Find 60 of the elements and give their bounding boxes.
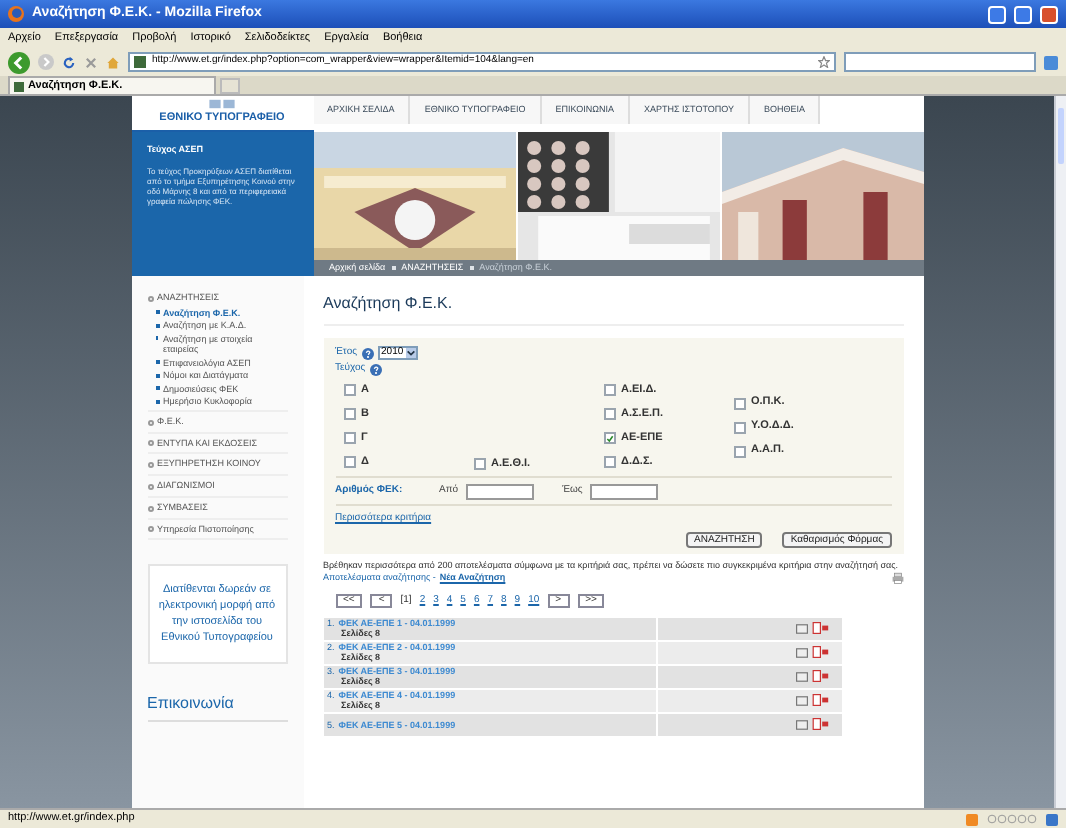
checkbox[interactable] — [343, 408, 355, 420]
bullet-icon — [147, 462, 153, 469]
print-icon[interactable] — [891, 572, 903, 585]
checkbox[interactable] — [343, 432, 355, 444]
breadcrumb-separator — [391, 266, 396, 270]
document-icon[interactable] — [795, 623, 807, 634]
checkbox[interactable] — [343, 456, 355, 468]
document-icon[interactable] — [795, 647, 807, 658]
pdf-icon[interactable] — [811, 718, 829, 731]
star-icon[interactable] — [818, 56, 830, 68]
bullet-icon — [147, 440, 153, 447]
document-icon[interactable] — [795, 719, 807, 730]
back-icon[interactable] — [8, 51, 30, 73]
search-engine-icon[interactable] — [1044, 55, 1058, 69]
checkbox[interactable] — [603, 408, 615, 420]
pdf-icon[interactable] — [811, 622, 829, 635]
checkbox[interactable] — [733, 397, 745, 409]
book-icon — [208, 97, 236, 110]
checkbox[interactable] — [603, 456, 615, 468]
home-icon[interactable] — [106, 55, 120, 69]
scroll-thumb[interactable] — [1058, 108, 1064, 164]
checkbox[interactable] — [603, 384, 615, 396]
help-icon[interactable] — [369, 364, 382, 376]
tab-icon — [14, 81, 24, 91]
firefox-icon — [8, 6, 24, 22]
checkbox[interactable] — [733, 445, 745, 457]
breadcrumb-separator — [469, 266, 474, 270]
to-field[interactable] — [590, 483, 659, 499]
scrollbar[interactable] — [1054, 96, 1066, 808]
close-button[interactable] — [1040, 5, 1058, 23]
document-icon[interactable] — [795, 695, 807, 706]
help-icon[interactable] — [361, 347, 374, 359]
maximize-button[interactable] — [1014, 5, 1032, 23]
checkbox[interactable] — [733, 421, 745, 433]
checkbox[interactable] — [603, 432, 615, 444]
addon-icon[interactable] — [1046, 813, 1058, 825]
bullet-icon — [147, 483, 153, 490]
pdf-icon[interactable] — [811, 670, 829, 683]
new-tab-button[interactable] — [220, 78, 240, 94]
pdf-icon[interactable] — [811, 694, 829, 707]
page-title: Αναζήτηση Φ.Ε.Κ. — [323, 292, 903, 326]
feed-icon[interactable] — [966, 813, 978, 825]
bullet-icon — [147, 505, 153, 512]
stop-icon[interactable] — [84, 55, 98, 69]
contact-heading[interactable]: Επικοινωνία — [147, 692, 287, 723]
pdf-icon[interactable] — [811, 646, 829, 659]
checkbox[interactable] — [343, 384, 355, 396]
dropdown-icon — [405, 348, 416, 358]
reload-icon[interactable] — [62, 55, 76, 69]
document-icon[interactable] — [795, 671, 807, 682]
checkbox[interactable] — [473, 458, 485, 470]
forward-icon[interactable] — [38, 54, 54, 70]
rating-icon — [984, 814, 1040, 824]
bullet-icon — [147, 419, 153, 426]
bullet-icon — [147, 526, 153, 533]
search-field[interactable] — [844, 52, 1036, 72]
from-field[interactable] — [466, 483, 535, 499]
site-icon — [134, 56, 146, 68]
bullet-icon — [147, 295, 153, 302]
minimize-button[interactable] — [988, 5, 1006, 23]
